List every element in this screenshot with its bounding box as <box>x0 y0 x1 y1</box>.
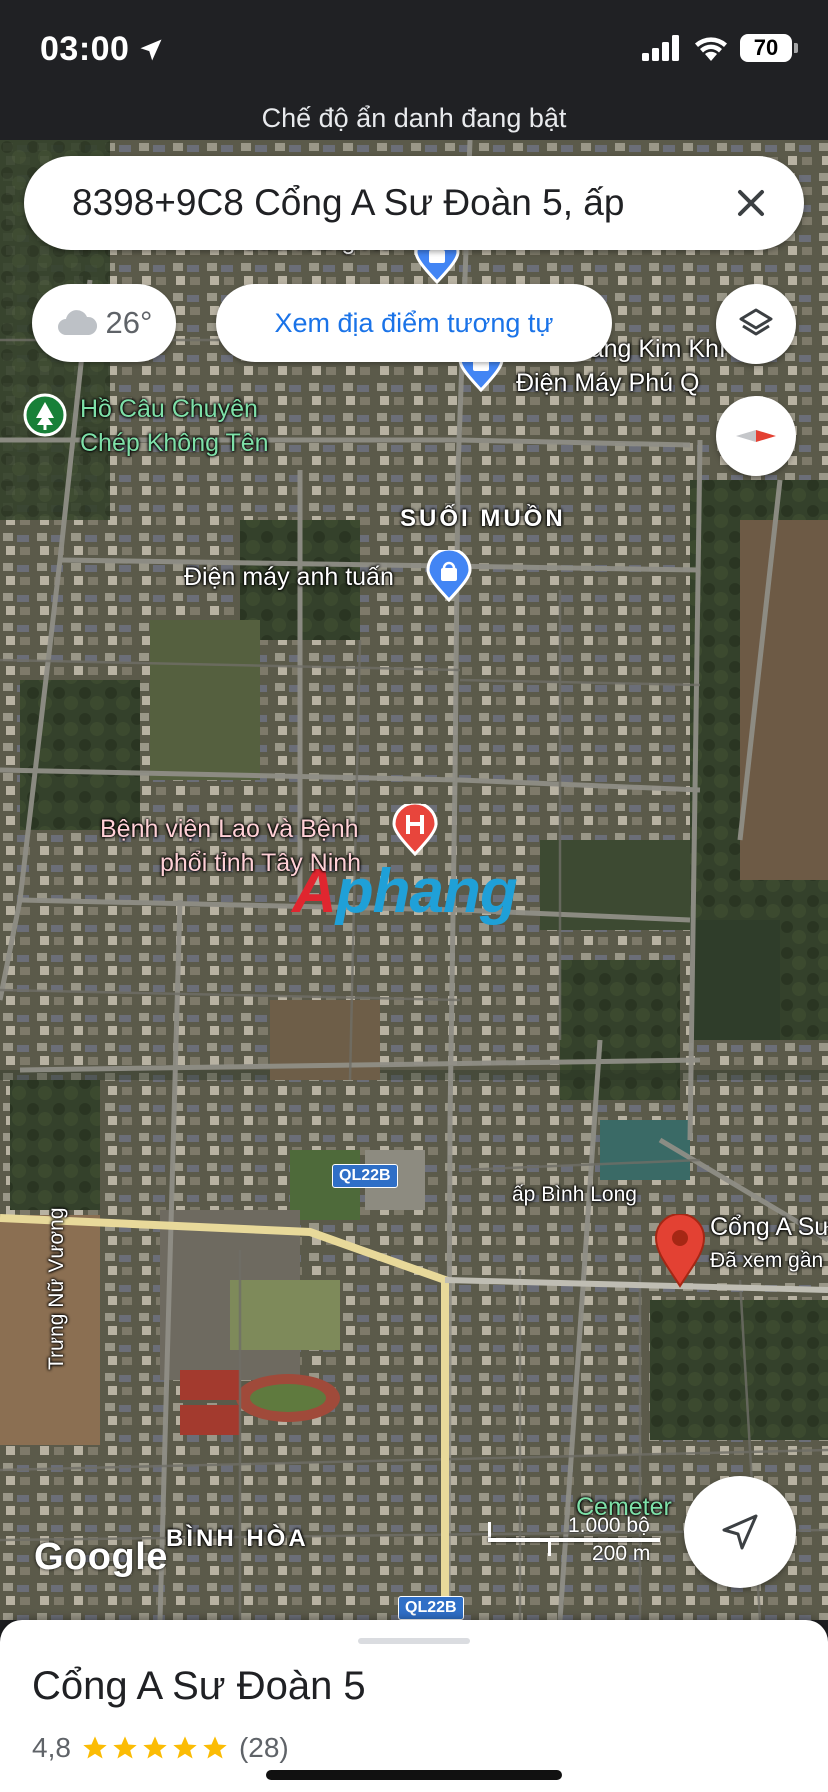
my-location-button[interactable] <box>684 1476 796 1588</box>
scale-imperial: 1.000 bộ <box>568 1514 650 1537</box>
signal-icon <box>642 35 679 61</box>
search-box[interactable]: 8398+9C8 Cổng A Sư Đoàn 5, ấp <box>24 156 804 250</box>
map-label-benh-vien-2[interactable]: phổi tỉnh Tây Ninh <box>160 846 361 880</box>
shopping-pin-icon[interactable] <box>426 550 472 602</box>
map-label-binh-hoa: BÌNH HÒA <box>166 1525 309 1552</box>
status-time: 03:00 <box>40 30 165 69</box>
map-label-trung-nu-vuong: Trưng Nữ Vương <box>45 1207 68 1370</box>
battery-indicator: 70 <box>740 34 798 62</box>
status-icons: 70 <box>642 34 798 62</box>
road-shield-ql22b: QL22B <box>332 1164 398 1188</box>
layers-icon <box>739 308 773 336</box>
weather-chip[interactable]: 26° <box>32 284 176 362</box>
star-icon <box>143 1736 167 1759</box>
sheet-grabber[interactable] <box>358 1638 470 1644</box>
compass-button[interactable] <box>716 396 796 476</box>
close-icon[interactable] <box>726 178 776 228</box>
status-bar: 03:00 70 <box>0 0 828 100</box>
star-icon <box>203 1736 227 1759</box>
location-arrow-icon <box>140 39 162 60</box>
star-icon <box>83 1736 107 1759</box>
hospital-pin-icon[interactable] <box>392 804 438 856</box>
map-scale: 1.000 bộ 200 m <box>488 1514 688 1566</box>
map-label-kim-khi-2[interactable]: Điện Máy Phú Q <box>516 366 699 400</box>
road-shield-ql22b: QL22B <box>398 1596 464 1620</box>
home-indicator <box>266 1770 562 1780</box>
place-name: Cổng A Sư Đoàn 5 <box>32 1664 366 1708</box>
rating-row[interactable]: 4,8 (28) <box>32 1732 289 1764</box>
map-label-benh-vien-1[interactable]: Bệnh viện Lao và Bệnh <box>100 812 359 846</box>
map-label-ho-cau-2[interactable]: Chép Không Tên <box>80 426 269 460</box>
map-label-ho-cau-1[interactable]: Hồ Câu Chuyên <box>80 392 258 426</box>
search-input[interactable]: 8398+9C8 Cổng A Sư Đoàn 5, ấp <box>72 182 658 224</box>
cloud-icon <box>57 310 97 335</box>
park-pin-icon[interactable] <box>22 392 68 444</box>
selected-place-pin-icon[interactable] <box>654 1214 706 1288</box>
map-view[interactable]: Cửa Hàng Xe Cửa Hàng Kim Khí Điện Máy Ph… <box>0 140 828 1620</box>
star-rating <box>81 1734 229 1762</box>
clock-text: 03:00 <box>40 30 130 68</box>
temperature-text: 26° <box>105 305 153 340</box>
map-label-suoi-muon: SUỐI MUỒN <box>400 505 566 532</box>
incognito-banner: Chế độ ẩn danh đang bật <box>0 100 828 140</box>
map-label-cong-a-1[interactable]: Cổng A Sư <box>710 1210 828 1244</box>
map-label-dien-may[interactable]: Điện máy anh tuấn <box>184 560 394 594</box>
wifi-icon <box>695 37 727 61</box>
scale-metric: 200 m <box>592 1542 651 1565</box>
navigation-arrow-icon <box>722 1514 758 1550</box>
star-icon <box>113 1736 137 1759</box>
google-logo: Google <box>34 1536 168 1578</box>
compass-icon <box>736 430 776 442</box>
similar-places-button[interactable]: Xem địa điểm tương tự <box>216 284 612 362</box>
review-count[interactable]: (28) <box>239 1732 289 1764</box>
place-sheet[interactable]: Cổng A Sư Đoàn 5 4,8 (28) <box>0 1620 828 1792</box>
map-label-binh-long: ấp Bình Long <box>512 1183 637 1206</box>
star-icon <box>173 1736 197 1759</box>
map-label-cong-a-2: Đã xem gần <box>710 1249 824 1272</box>
rating-value: 4,8 <box>32 1732 71 1763</box>
layers-button[interactable] <box>716 284 796 364</box>
